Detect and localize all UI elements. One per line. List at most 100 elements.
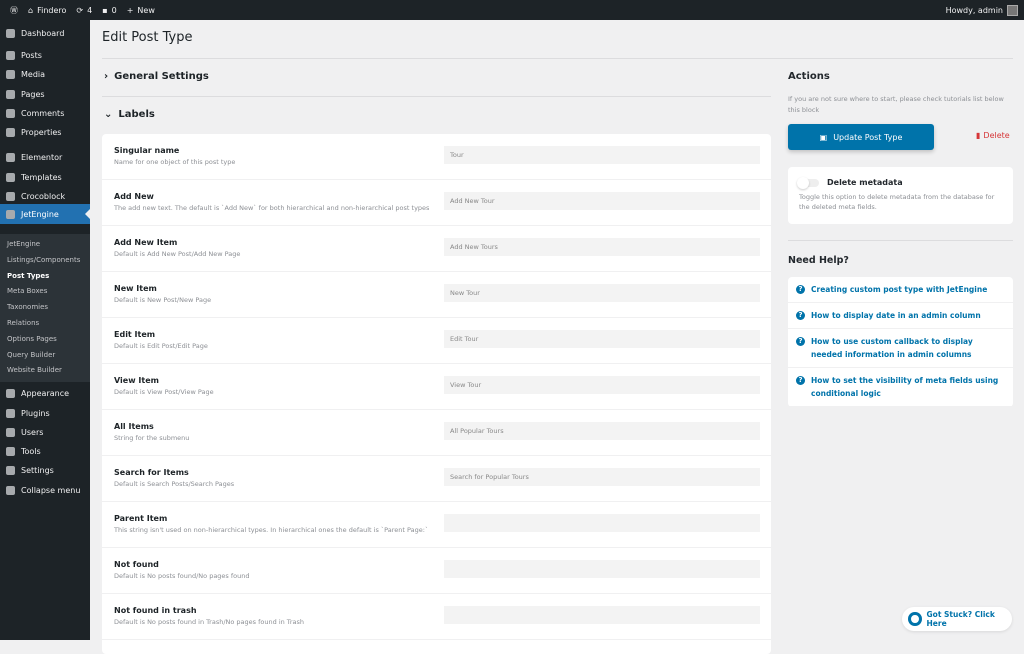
submenu-item-listings-components[interactable]: Listings/Components bbox=[7, 256, 80, 264]
submenu-item-options-pages[interactable]: Options Pages bbox=[7, 335, 57, 343]
singular-name-input[interactable]: Tour bbox=[444, 146, 760, 164]
help-link[interactable]: ? Creating custom post type with JetEngin… bbox=[788, 277, 1013, 303]
sidebar-item-appearance[interactable]: Appearance bbox=[0, 384, 90, 403]
field-label: View Item bbox=[114, 376, 159, 385]
field-label: New Item bbox=[114, 284, 157, 293]
lifebuoy-icon bbox=[908, 612, 922, 626]
divider bbox=[102, 96, 771, 97]
field-description: Default is Edit Post/Edit Page bbox=[114, 342, 208, 350]
elementor-icon bbox=[6, 153, 15, 162]
delete-metadata-toggle[interactable] bbox=[797, 176, 819, 189]
add-new-item-input[interactable]: Add New Tours bbox=[444, 238, 760, 256]
submenu-item-relations[interactable]: Relations bbox=[7, 319, 39, 327]
field-row-all-items: All Items String for the submenu All Pop… bbox=[102, 410, 771, 456]
sidebar-item-users[interactable]: Users bbox=[0, 423, 90, 442]
question-icon: ? bbox=[796, 376, 805, 385]
sidebar-item-posts[interactable]: Posts bbox=[0, 46, 90, 65]
sidebar-item-jetengine[interactable]: JetEngine bbox=[0, 204, 90, 224]
edit-item-input[interactable]: Edit Tour bbox=[444, 330, 760, 348]
got-stuck-button[interactable]: Got Stuck? Click Here bbox=[902, 607, 1012, 631]
submenu-item-query-builder[interactable]: Query Builder bbox=[7, 351, 55, 359]
field-row-not-found-in-trash: Not found in trash Default is No posts f… bbox=[102, 594, 771, 640]
sidebar-item-settings[interactable]: Settings bbox=[0, 461, 90, 480]
sidebar-item-elementor[interactable]: Elementor bbox=[0, 148, 90, 167]
collapse-menu-icon bbox=[6, 486, 15, 495]
update-post-type-button[interactable]: ▣ Update Post Type bbox=[788, 124, 934, 150]
field-description: Default is Add New Post/Add New Page bbox=[114, 250, 241, 258]
field-label: Edit Item bbox=[114, 330, 156, 339]
general-settings-toggle[interactable]: › General Settings bbox=[104, 71, 209, 82]
media-icon bbox=[6, 70, 15, 79]
help-link[interactable]: ? How to display date in an admin column bbox=[788, 303, 1013, 329]
field-row-add-new-item: Add New Item Default is Add New Post/Add… bbox=[102, 226, 771, 272]
submenu-item-jetengine[interactable]: JetEngine bbox=[7, 240, 40, 248]
field-label: Add New Item bbox=[114, 238, 178, 247]
comments-icon bbox=[6, 109, 15, 118]
account-menu[interactable]: Howdy, admin bbox=[946, 4, 1018, 16]
delete-metadata-desc: Toggle this option to delete metadata fr… bbox=[799, 193, 995, 211]
site-link[interactable]: ⌂ Findero bbox=[28, 6, 66, 15]
field-row-new-item: New Item Default is New Post/New Page Ne… bbox=[102, 272, 771, 318]
sidebar-item-templates[interactable]: Templates bbox=[0, 168, 90, 187]
submenu-item-post-types[interactable]: Post Types bbox=[7, 272, 49, 280]
actions-hint: If you are not sure where to start, plea… bbox=[788, 95, 1004, 114]
field-description: Default is No posts found/No pages found bbox=[114, 572, 250, 580]
field-description: String for the submenu bbox=[114, 434, 190, 442]
sidebar-item-dashboard[interactable]: Dashboard bbox=[0, 24, 90, 43]
submenu-item-taxonomies[interactable]: Taxonomies bbox=[7, 303, 48, 311]
field-label: Parent Item bbox=[114, 514, 168, 523]
all-items-input[interactable]: All Popular Tours bbox=[444, 422, 760, 440]
add-new-input[interactable]: Add New Tour bbox=[444, 192, 760, 210]
new-link[interactable]: + New bbox=[127, 6, 155, 15]
help-link[interactable]: ? How to set the visibility of meta field… bbox=[788, 368, 1013, 407]
page-title: Edit Post Type bbox=[102, 30, 193, 45]
field-description: Default is No posts found in Trash/No pa… bbox=[114, 618, 304, 626]
not-found-input[interactable] bbox=[444, 560, 760, 578]
crocoblock-icon bbox=[6, 192, 15, 201]
updates-link[interactable]: ⟳ 4 bbox=[76, 6, 92, 15]
field-description: Name for one object of this post type bbox=[114, 158, 236, 166]
delete-button[interactable]: ▮ Delete bbox=[976, 131, 1010, 140]
field-row-not-found: Not found Default is No posts found/No p… bbox=[102, 548, 771, 594]
dashboard-icon bbox=[6, 29, 15, 38]
new-item-input[interactable]: New Tour bbox=[444, 284, 760, 302]
tools-icon bbox=[6, 447, 15, 456]
save-icon: ▣ bbox=[819, 132, 828, 142]
labels-toggle[interactable]: ⌄ Labels bbox=[104, 109, 155, 120]
updates-icon: ⟳ bbox=[76, 5, 84, 15]
view-item-input[interactable]: View Tour bbox=[444, 376, 760, 394]
submenu-item-website-builder[interactable]: Website Builder bbox=[7, 366, 62, 374]
sidebar: Dashboard Posts Media Pages Comments Properti… bbox=[0, 20, 90, 640]
sidebar-item-pages[interactable]: Pages bbox=[0, 85, 90, 104]
home-icon: ⌂ bbox=[28, 5, 34, 15]
need-help-title: Need Help? bbox=[788, 255, 849, 266]
field-description: Default is Search Posts/Search Pages bbox=[114, 480, 235, 488]
sidebar-item-tools[interactable]: Tools bbox=[0, 442, 90, 461]
divider bbox=[788, 240, 1013, 241]
sidebar-item-properties[interactable]: Properties bbox=[0, 123, 90, 142]
field-label: All Items bbox=[114, 422, 154, 431]
wordpress-logo-icon[interactable]: Ⓦ bbox=[10, 5, 18, 16]
not-found-in-trash-input[interactable] bbox=[444, 606, 760, 624]
field-row-singular-name: Singular name Name for one object of thi… bbox=[102, 134, 771, 180]
posts-icon bbox=[6, 51, 15, 60]
sidebar-item-comments[interactable]: Comments bbox=[0, 104, 90, 123]
divider bbox=[102, 58, 1013, 59]
chevron-down-icon: ⌄ bbox=[104, 109, 113, 120]
jetengine-icon bbox=[6, 209, 15, 219]
search-for-items-input[interactable]: Search for Popular Tours bbox=[444, 468, 760, 486]
comments-link[interactable]: ▪ 0 bbox=[102, 6, 117, 15]
properties-icon bbox=[6, 128, 15, 137]
parent-item-input[interactable] bbox=[444, 514, 760, 532]
admin-bar: Ⓦ ⌂ Findero ⟳ 4 ▪ 0 + New Howdy, admin bbox=[0, 0, 1024, 20]
field-row-edit-item: Edit Item Default is Edit Post/Edit Page… bbox=[102, 318, 771, 364]
question-icon: ? bbox=[796, 285, 805, 294]
field-label: Search for Items bbox=[114, 468, 189, 477]
help-link[interactable]: ? How to use custom callback to display n… bbox=[788, 329, 1013, 368]
field-label: Add New bbox=[114, 192, 154, 201]
submenu-item-meta-boxes[interactable]: Meta Boxes bbox=[7, 287, 47, 295]
sidebar-item-media[interactable]: Media bbox=[0, 65, 90, 84]
sidebar-item-plugins[interactable]: Plugins bbox=[0, 404, 90, 423]
sidebar-item-collapse-menu[interactable]: Collapse menu bbox=[0, 481, 90, 500]
field-description: The add new text. The default is `Add Ne… bbox=[114, 204, 430, 212]
